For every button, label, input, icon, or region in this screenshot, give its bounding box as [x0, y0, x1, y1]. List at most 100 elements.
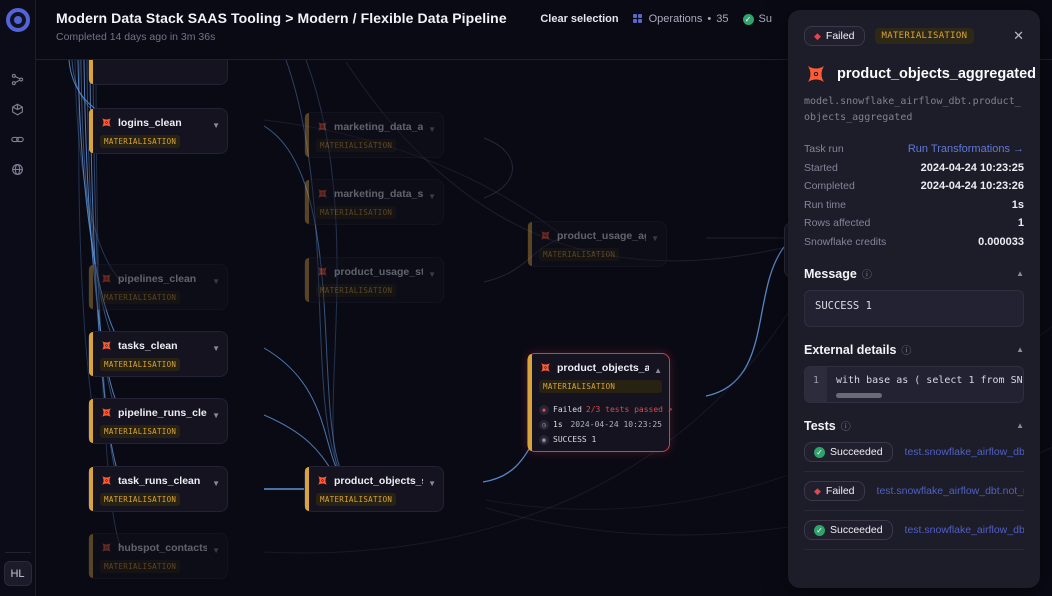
tests-passed-link[interactable]: 2/3 tests passed ↗ — [586, 405, 673, 414]
clear-selection-button[interactable]: Clear selection — [540, 13, 618, 25]
tests-header: Tests — [804, 419, 836, 433]
message-header: Message — [804, 267, 857, 281]
dag-node-hubspot-contacts-clean[interactable]: hubspot_contacts_clean ▼ MATERIALISATION — [88, 533, 228, 579]
chevron-down-icon[interactable]: ▼ — [212, 121, 220, 130]
node-message: SUCCESS 1 — [553, 435, 596, 444]
collapse-icon[interactable]: ▲ — [1016, 269, 1024, 278]
run-status-subtitle: Completed 14 days ago in 3m 36s — [56, 31, 507, 43]
dag-node-pipelines-clean[interactable]: pipelines_clean ▼ MATERIALISATION — [88, 264, 228, 310]
chevron-down-icon[interactable]: ▼ — [428, 479, 436, 488]
user-avatar[interactable]: HL — [4, 561, 32, 586]
node-title: pipeline_runs_clean — [118, 407, 207, 419]
materialisation-badge: MATERIALISATION — [316, 493, 396, 506]
chevron-down-icon[interactable]: ▼ — [212, 344, 220, 353]
materialisation-badge: MATERIALISATION — [539, 380, 662, 393]
success-stat: ✓ Su — [743, 13, 772, 25]
test-row: ◆ Failed test.snowflake_airflow_dbt.not_… — [804, 472, 1024, 511]
chevron-down-icon[interactable]: ▼ — [212, 411, 220, 420]
field-row: Completed 2024-04-24 10:23:26 — [804, 177, 1024, 196]
node-title: tasks_clean — [118, 340, 207, 352]
chevron-up-icon[interactable]: ▲ — [654, 366, 662, 375]
horizontal-scrollbar[interactable] — [836, 393, 882, 398]
chevron-down-icon[interactable]: ▼ — [428, 125, 436, 134]
operations-stat: Operations • 35 — [633, 13, 729, 25]
status-badge: ◆ Failed — [804, 26, 865, 46]
node-title: marketing_data_aggregated — [334, 121, 423, 133]
node-runtime: 1s — [553, 420, 563, 429]
test-link[interactable]: test.snowflake_airflow_dbt.not_null_pr — [877, 485, 1024, 497]
materialisation-badge: MATERIALISATION — [316, 139, 396, 152]
model-identifier: model.snowflake_airflow_dbt.product_obje… — [804, 94, 1024, 126]
chevron-down-icon[interactable]: ▼ — [212, 277, 220, 286]
tests-section: Tests ⓘ ▲ ✓ Succeeded test.snowflake_air… — [804, 418, 1024, 550]
external-details-header: External details — [804, 343, 896, 357]
node-timestamp: 2024-04-24 10:23:25 — [570, 420, 662, 429]
failed-diamond-icon: ◆ — [539, 405, 549, 415]
chevron-down-icon[interactable]: ▼ — [651, 234, 659, 243]
dag-node-product-objects-aggregated-selected[interactable]: product_objects_aggregated ▲ MATERIALISA… — [527, 353, 670, 452]
node-title: product_objects_aggregated — [557, 362, 649, 374]
dag-node-marketing-data-staging[interactable]: marketing_data_staging ▼ MATERIALISATION — [304, 179, 444, 225]
close-icon[interactable]: ✕ — [1013, 28, 1024, 44]
chevron-down-icon[interactable]: ▼ — [212, 546, 220, 555]
assets-cube-icon[interactable] — [7, 98, 29, 120]
dag-node-tasks-clean[interactable]: tasks_clean ▼ MATERIALISATION — [88, 331, 228, 377]
success-check-icon: ✓ — [814, 447, 825, 458]
task-details-panel: ◆ Failed MATERIALISATION ✕ product_objec… — [788, 10, 1040, 588]
materialisation-badge: MATERIALISATION — [100, 560, 180, 573]
collapse-icon[interactable]: ▲ — [1016, 345, 1024, 354]
failed-diamond-icon: ◆ — [814, 487, 821, 496]
info-icon: ⓘ — [841, 418, 851, 433]
chevron-down-icon[interactable]: ▼ — [428, 270, 436, 279]
task-run-link[interactable]: Run Transformations → — [908, 143, 1024, 155]
clock-icon: ◷ — [539, 420, 549, 430]
materialisation-badge: MATERIALISATION — [316, 206, 396, 219]
dbt-icon — [316, 187, 329, 200]
dbt-icon — [100, 272, 113, 285]
node-title: logins_clean — [118, 117, 207, 129]
dag-node-product-usage-staging[interactable]: product_usage_staging ▼ MATERIALISATION — [304, 257, 444, 303]
node-title: marketing_data_staging — [334, 188, 423, 200]
materialisation-badge: MATERIALISATION — [100, 493, 180, 506]
collapse-icon[interactable]: ▲ — [1016, 421, 1024, 430]
materialisation-badge: MATERIALISATION — [100, 358, 180, 371]
field-row: Run time 1s — [804, 196, 1024, 215]
dbt-icon — [100, 541, 113, 554]
node-title: task_runs_clean — [118, 475, 207, 487]
info-icon: ⓘ — [862, 266, 872, 281]
node-status-label: Failed — [553, 405, 582, 414]
node-title: pipelines_clean — [118, 273, 207, 285]
test-link[interactable]: test.snowflake_airflow_dbt.unique_pro — [905, 446, 1024, 458]
message-body: SUCCESS 1 — [804, 290, 1024, 327]
dag-node-pipeline-runs-clean[interactable]: pipeline_runs_clean ▼ MATERIALISATION — [88, 398, 228, 444]
dbt-icon — [539, 361, 552, 374]
field-row: Snowflake credits 0.000033 — [804, 233, 1024, 252]
pipelines-nav-icon[interactable] — [7, 68, 29, 90]
orchestra-logo[interactable] — [6, 8, 30, 32]
dbt-icon — [100, 116, 113, 129]
dag-node-task-runs-clean[interactable]: task_runs_clean ▼ MATERIALISATION — [88, 466, 228, 512]
dag-node-product-objects-staging[interactable]: product_objects_staging ▼ MATERIALISATIO… — [304, 466, 444, 512]
grid-icon — [633, 14, 644, 25]
dag-node-logins-clean[interactable]: logins_clean ▼ MATERIALISATION — [88, 108, 228, 154]
chevron-down-icon[interactable]: ▼ — [428, 192, 436, 201]
chevron-down-icon[interactable]: ▼ — [212, 479, 220, 488]
message-section: Message ⓘ ▲ SUCCESS 1 — [804, 266, 1024, 327]
test-link[interactable]: test.snowflake_airflow_dbt.not_null_pr — [905, 524, 1024, 536]
dbt-icon — [316, 474, 329, 487]
test-status-badge: ✓ Succeeded — [804, 520, 893, 540]
integrations-link-icon[interactable] — [7, 128, 29, 150]
node-title: product_usage_aggregated — [557, 230, 646, 242]
materialisation-badge: MATERIALISATION — [875, 28, 975, 44]
dbt-icon — [804, 62, 828, 86]
dbt-icon — [539, 229, 552, 242]
operations-count: 35 — [716, 13, 728, 25]
dag-node-marketing-data-aggregated[interactable]: marketing_data_aggregated ▼ MATERIALISAT… — [304, 112, 444, 158]
test-row: ✓ Succeeded test.snowflake_airflow_dbt.n… — [804, 511, 1024, 550]
node-title: product_usage_staging — [334, 266, 423, 278]
field-row: Rows affected 1 — [804, 214, 1024, 233]
dag-node-product-usage-aggregated[interactable]: product_usage_aggregated ▼ MATERIALISATI… — [527, 221, 667, 267]
message-icon: ◉ — [539, 435, 549, 445]
external-details-section: External details ⓘ ▲ 1 with base as ( se… — [804, 342, 1024, 403]
webhooks-globe-icon[interactable] — [7, 158, 29, 180]
